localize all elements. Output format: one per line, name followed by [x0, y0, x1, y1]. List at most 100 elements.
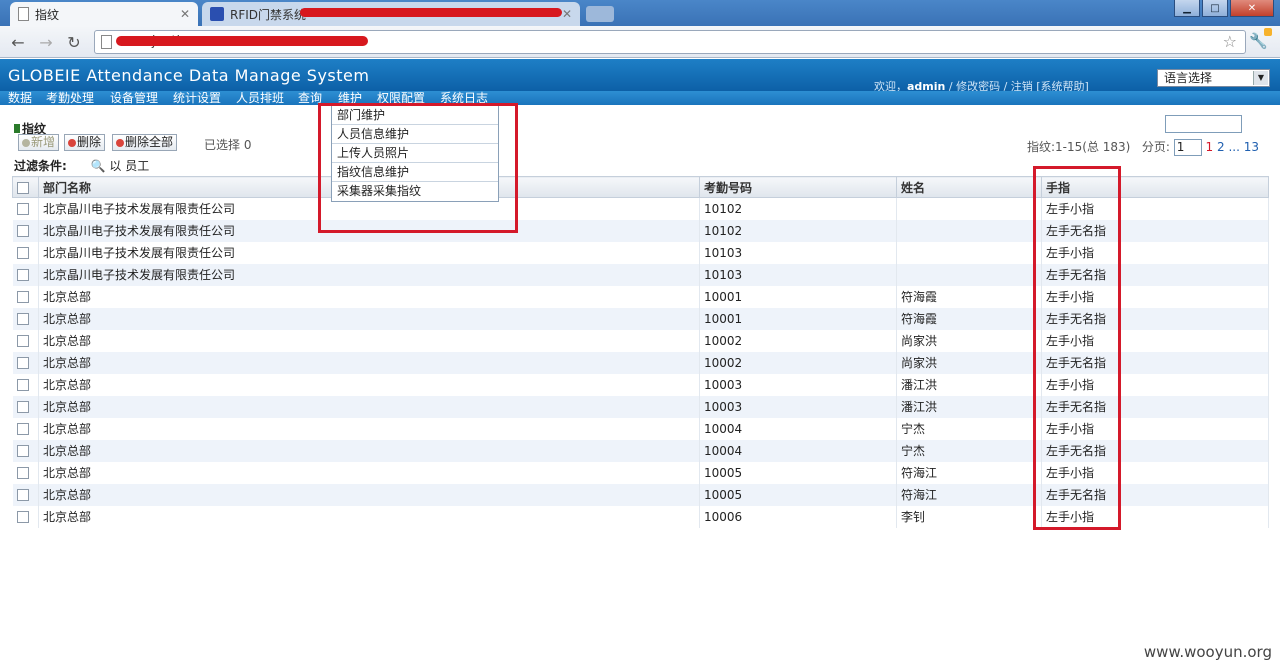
cell-name: 宁杰 [896, 439, 1042, 462]
row-checkbox[interactable] [16, 269, 29, 281]
row-checkbox[interactable] [16, 423, 29, 435]
menu-devices[interactable]: 设备管理 [110, 91, 158, 105]
chevron-down-icon: ▼ [1253, 71, 1268, 85]
delete-button[interactable]: 删除 [64, 134, 106, 151]
cell-name: 尚家洪 [896, 329, 1042, 352]
page-link-current[interactable]: 1 [1206, 140, 1214, 154]
browser-tab-active[interactable]: 指纹 ✕ [10, 2, 198, 26]
redaction-mark [300, 8, 562, 17]
window-controls: ▁ □ ✕ [1174, 0, 1274, 17]
language-select-value: 语言选择 [1164, 71, 1213, 85]
delete-all-button-label: 删除全部 [125, 135, 174, 149]
row-checkbox[interactable] [16, 335, 29, 347]
row-checkbox[interactable] [16, 467, 29, 479]
add-button-label: 新增 [31, 135, 56, 149]
minimize-button[interactable]: ▁ [1174, 0, 1200, 17]
annotation-box-menu [318, 103, 518, 233]
app-title: GLOBEIE Attendance Data Manage System [8, 66, 370, 85]
page-number-input[interactable]: 1 [1173, 139, 1202, 156]
cell-department: 北京总部 [38, 373, 700, 396]
app-header: GLOBEIE Attendance Data Manage System 欢迎… [0, 59, 1280, 93]
page-ellipsis: ... [1228, 140, 1240, 154]
pager-label: 分页: [1141, 140, 1170, 154]
cell-department: 北京总部 [38, 439, 700, 462]
cell-attendance-no: 10005 [699, 483, 897, 506]
cell-name: 符海江 [896, 483, 1042, 506]
cell-attendance-no: 10003 [699, 395, 897, 418]
delete-all-button[interactable]: 删除全部 [112, 134, 178, 151]
menu-schedule[interactable]: 人员排班 [236, 91, 284, 105]
cell-attendance-no: 10002 [699, 351, 897, 374]
row-checkbox[interactable] [16, 203, 29, 216]
row-checkbox[interactable] [16, 357, 29, 369]
tab-title: RFID门禁系统 [230, 7, 307, 22]
maximize-button[interactable]: □ [1202, 0, 1228, 17]
language-select[interactable]: 语言选择 ▼ [1157, 69, 1270, 87]
column-header-attendance-no[interactable]: 考勤号码 [699, 176, 897, 198]
menu-stats[interactable]: 统计设置 [173, 91, 221, 105]
column-header-name[interactable]: 姓名 [896, 176, 1042, 198]
forward-arrow-icon[interactable]: → [36, 33, 56, 52]
new-tab-button[interactable] [586, 6, 614, 22]
cell-department: 北京总部 [38, 395, 700, 418]
cell-name: 宁杰 [896, 417, 1042, 440]
page-icon [18, 7, 29, 21]
select-all-checkbox[interactable] [17, 181, 29, 194]
paw-favicon-icon [210, 7, 224, 21]
select-all-header [12, 176, 39, 198]
page-link-last[interactable]: 13 [1244, 140, 1259, 154]
cell-department: 北京总部 [38, 329, 700, 352]
row-checkbox[interactable] [16, 511, 29, 523]
filter-value[interactable]: 以 员工 [109, 159, 149, 173]
cell-name: 尚家洪 [896, 351, 1042, 374]
page-link-2[interactable]: 2 [1217, 140, 1225, 154]
cell-department: 北京总部 [38, 351, 700, 374]
search-icon[interactable]: 🔍 [91, 159, 106, 173]
pager-summary: 指纹:1-15(总 183) [1027, 140, 1131, 154]
selected-count: 已选择 0 [204, 138, 252, 152]
row-select-cell [12, 373, 39, 396]
cell-department: 北京总部 [38, 307, 700, 330]
menu-attendance[interactable]: 考勤处理 [46, 91, 94, 105]
close-window-button[interactable]: ✕ [1230, 0, 1274, 17]
main-menu: 数据 考勤处理 设备管理 统计设置 人员排班 查询 维护 权限配置 系统日志 [0, 91, 1280, 105]
row-checkbox[interactable] [16, 291, 29, 303]
row-checkbox[interactable] [16, 379, 29, 391]
cell-department: 北京晶川电子技术发展有限责任公司 [38, 241, 700, 264]
watermark: www.wooyun.org [1143, 643, 1272, 661]
add-button[interactable]: 新增 [18, 134, 60, 151]
redaction-mark [116, 36, 368, 46]
row-select-cell [12, 219, 39, 242]
filter-label: 过滤条件: [14, 159, 67, 173]
row-select-cell [12, 307, 39, 330]
row-select-cell [12, 417, 39, 440]
update-badge [1264, 28, 1272, 36]
row-select-cell [12, 483, 39, 506]
cell-attendance-no: 10103 [699, 263, 897, 286]
filter-bar: 过滤条件: 🔍 以 员工 [14, 157, 149, 174]
tab-close-icon[interactable]: ✕ [180, 7, 190, 21]
add-icon [22, 139, 30, 147]
menu-data[interactable]: 数据 [8, 91, 32, 105]
row-checkbox[interactable] [16, 445, 29, 457]
row-select-cell [12, 263, 39, 286]
cell-department: 北京总部 [38, 483, 700, 506]
cell-name: 李钊 [896, 505, 1042, 528]
row-select-cell [12, 197, 39, 220]
row-checkbox[interactable] [16, 401, 29, 413]
back-arrow-icon[interactable]: ← [8, 33, 28, 52]
cell-attendance-no: 10102 [699, 219, 897, 242]
row-checkbox[interactable] [16, 489, 29, 501]
bookmark-star-icon[interactable]: ☆ [1223, 32, 1237, 51]
cell-name [896, 263, 1042, 286]
cell-name: 符海霞 [896, 307, 1042, 330]
row-checkbox[interactable] [16, 247, 29, 259]
search-input[interactable] [1165, 115, 1242, 133]
page-icon [101, 35, 112, 49]
row-select-cell [12, 351, 39, 374]
row-checkbox[interactable] [16, 313, 29, 325]
reload-icon[interactable]: ↻ [64, 33, 84, 52]
tab-close-icon[interactable]: ✕ [562, 7, 572, 21]
row-checkbox[interactable] [16, 225, 29, 237]
cell-name [896, 241, 1042, 264]
